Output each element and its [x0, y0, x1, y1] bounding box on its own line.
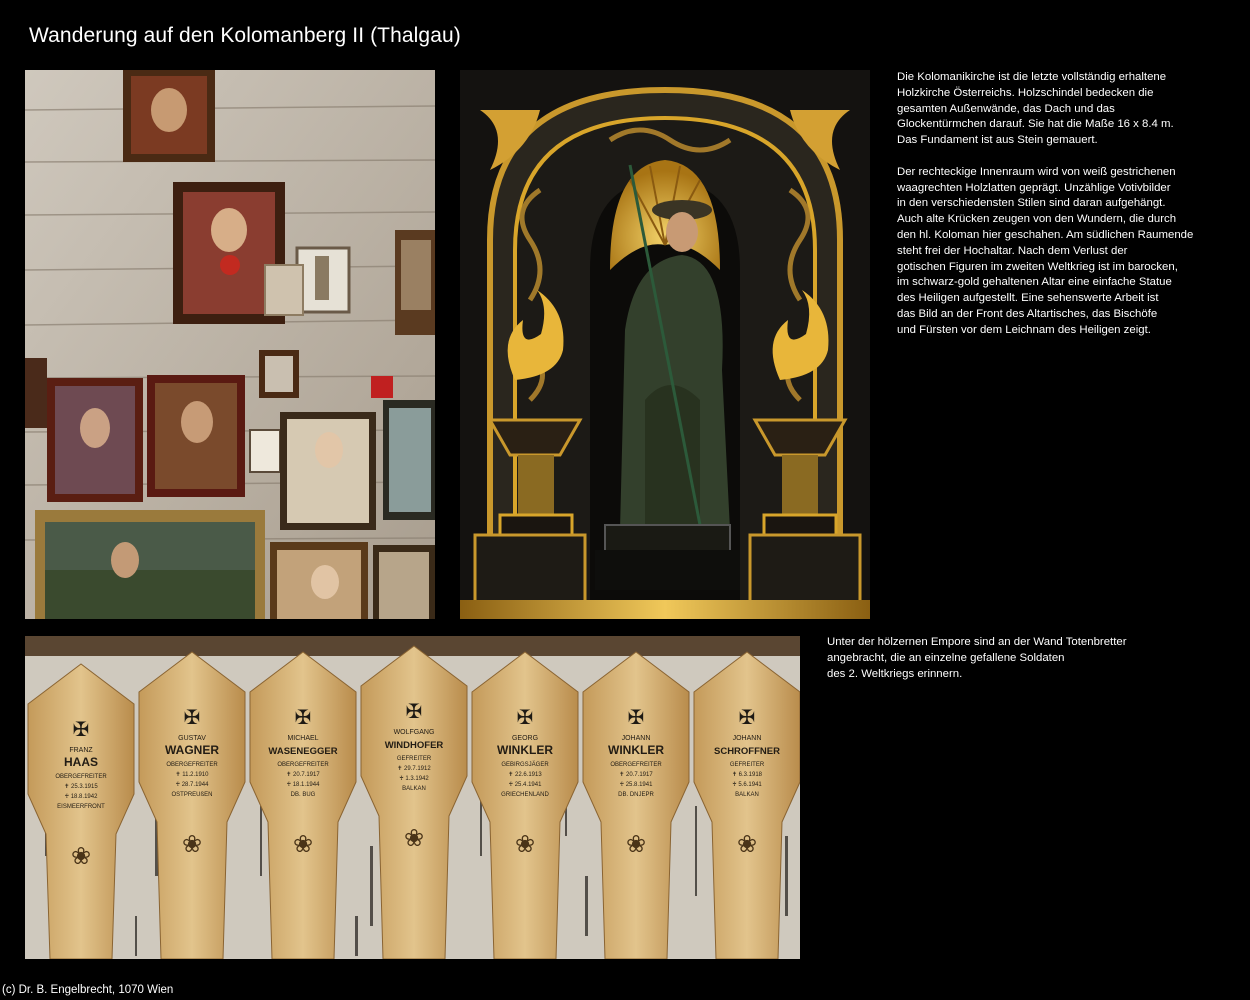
iron-cross-icon: ✠ — [628, 705, 645, 729]
board-died: ♰ 18.8.1942 — [65, 793, 99, 800]
edelweiss-ornament-icon: ❀ — [404, 824, 424, 852]
description-church: Die Kolomanikirche ist die letzte vollst… — [897, 70, 1227, 354]
board-place: BALKAN — [735, 792, 759, 798]
iron-cross-icon: ✠ — [73, 717, 90, 741]
board-born: ✝ 25.3.1915 — [64, 783, 98, 790]
board-died: ♰ 5.6.1941 — [732, 781, 762, 788]
description-memorial-boards: Unter der hölzernen Empore sind an der W… — [827, 635, 1187, 698]
board-place: BALKAN — [402, 786, 426, 792]
board-rank: OBERGEFREITER — [610, 762, 662, 768]
paragraph-church-interior: Der rechteckige Innenraum wird von weiß … — [897, 165, 1194, 336]
paragraph-church-exterior: Die Kolomanikirche ist die letzte vollst… — [897, 71, 1174, 147]
iron-cross-icon: ✠ — [739, 705, 756, 729]
board-place: DB. DNJEPR — [618, 792, 654, 798]
board-rank: GEFREITER — [730, 762, 765, 768]
edelweiss-ornament-icon: ❀ — [626, 830, 646, 858]
edelweiss-ornament-icon: ❀ — [293, 830, 313, 858]
board-place: DB. BUG — [291, 792, 316, 798]
board-first: JOHANN — [733, 735, 762, 742]
edelweiss-ornament-icon: ❀ — [737, 830, 757, 858]
board-rank: GEFREITER — [397, 756, 432, 762]
board-first: JOHANN — [622, 735, 651, 742]
board-born: ✝ 20.7.1917 — [619, 771, 653, 778]
board-born: ✝ 20.7.1917 — [286, 771, 320, 778]
photo-memorial-boards: ✠ FRANZ HAAS OBERGEFREITER ✝ 25.3.1915 ♰ 18.8… — [25, 636, 800, 959]
board-last: SCHROFFNER — [714, 746, 780, 757]
board-died: ♰ 25.8.1941 — [620, 781, 654, 788]
iron-cross-icon: ✠ — [295, 705, 312, 729]
board-first: MICHAEL — [287, 735, 318, 742]
iron-cross-icon: ✠ — [517, 705, 534, 729]
board-last: WINDHOFER — [385, 740, 444, 751]
board-first: WOLFGANG — [394, 729, 435, 736]
board-rank: OBERGEFREITER — [277, 762, 329, 768]
page-title: Wanderung auf den Kolomanberg II (Thalga… — [29, 24, 461, 47]
edelweiss-ornament-icon: ❀ — [515, 830, 535, 858]
board-rank: OBERGEFREITER — [55, 774, 107, 780]
board-first: GEORG — [512, 735, 538, 742]
iron-cross-icon: ✠ — [406, 699, 423, 723]
edelweiss-ornament-icon: ❀ — [182, 830, 202, 858]
board-place: GRIECHENLAND — [501, 792, 549, 798]
iron-cross-icon: ✠ — [184, 705, 201, 729]
copyright-footer: (c) Dr. B. Engelbrecht, 1070 Wien — [2, 984, 174, 996]
board-last: WINKLER — [497, 743, 553, 757]
board-last: WINKLER — [608, 743, 664, 757]
photo-votive-pictures-wall — [25, 70, 435, 619]
edelweiss-ornament-icon: ❀ — [71, 842, 91, 870]
board-born: ✝ 11.2.1910 — [176, 771, 210, 778]
board-first: FRANZ — [69, 747, 93, 754]
board-rank: OBERGEFREITER — [166, 762, 218, 768]
board-born: ✝ 6.3.1918 — [732, 771, 763, 778]
board-died: ♰ 18.1.1944 — [287, 781, 321, 788]
board-born: ✝ 22.6.1913 — [508, 771, 542, 778]
board-place: EISMEERFRONT — [57, 804, 105, 810]
board-died: ♰ 28.7.1944 — [176, 781, 210, 788]
paragraph-memorial-boards: Unter der hölzernen Empore sind an der W… — [827, 636, 1127, 680]
board-rank: GEBIRGSJÄGER — [501, 761, 549, 768]
board-last: HAAS — [64, 755, 98, 769]
board-died: ♰ 1.3.1942 — [399, 775, 429, 782]
board-last: WAGNER — [165, 743, 219, 757]
board-first: GUSTAV — [178, 735, 206, 742]
board-born: ✝ 29.7.1912 — [397, 765, 431, 772]
photo-altar-statue — [460, 70, 870, 619]
board-died: ♰ 25.4.1941 — [509, 781, 543, 788]
board-last: WASENEGGER — [268, 746, 337, 757]
board-place: OSTPREUßEN — [171, 792, 212, 798]
